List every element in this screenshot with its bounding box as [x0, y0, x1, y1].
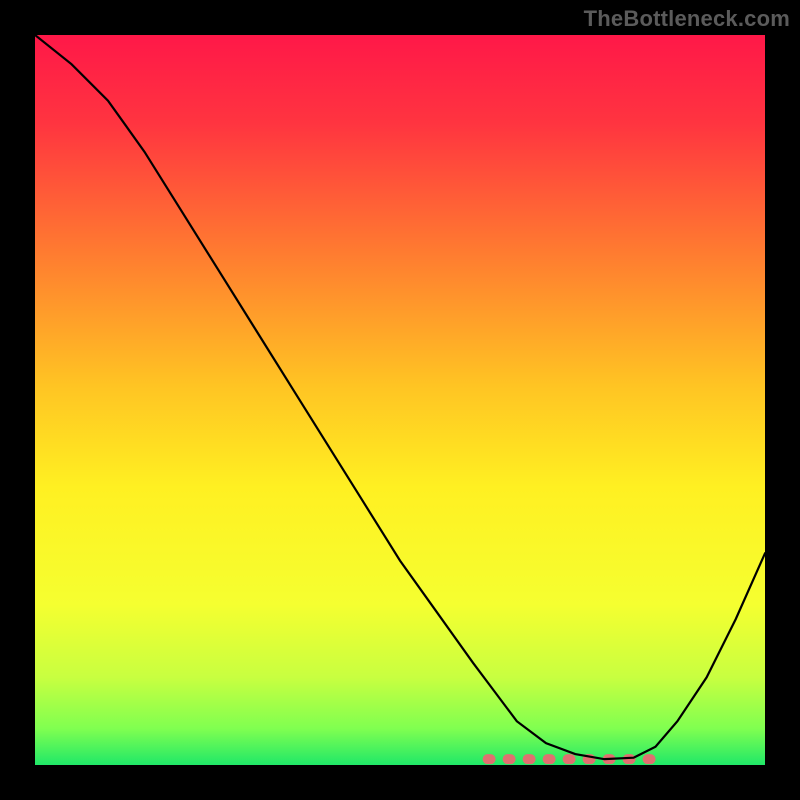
gradient-background: [35, 35, 765, 765]
watermark-text: TheBottleneck.com: [584, 6, 790, 32]
chart-frame: { "watermark": "TheBottleneck.com", "cha…: [0, 0, 800, 800]
plot-svg: [35, 35, 765, 765]
plot-area: [35, 35, 765, 765]
